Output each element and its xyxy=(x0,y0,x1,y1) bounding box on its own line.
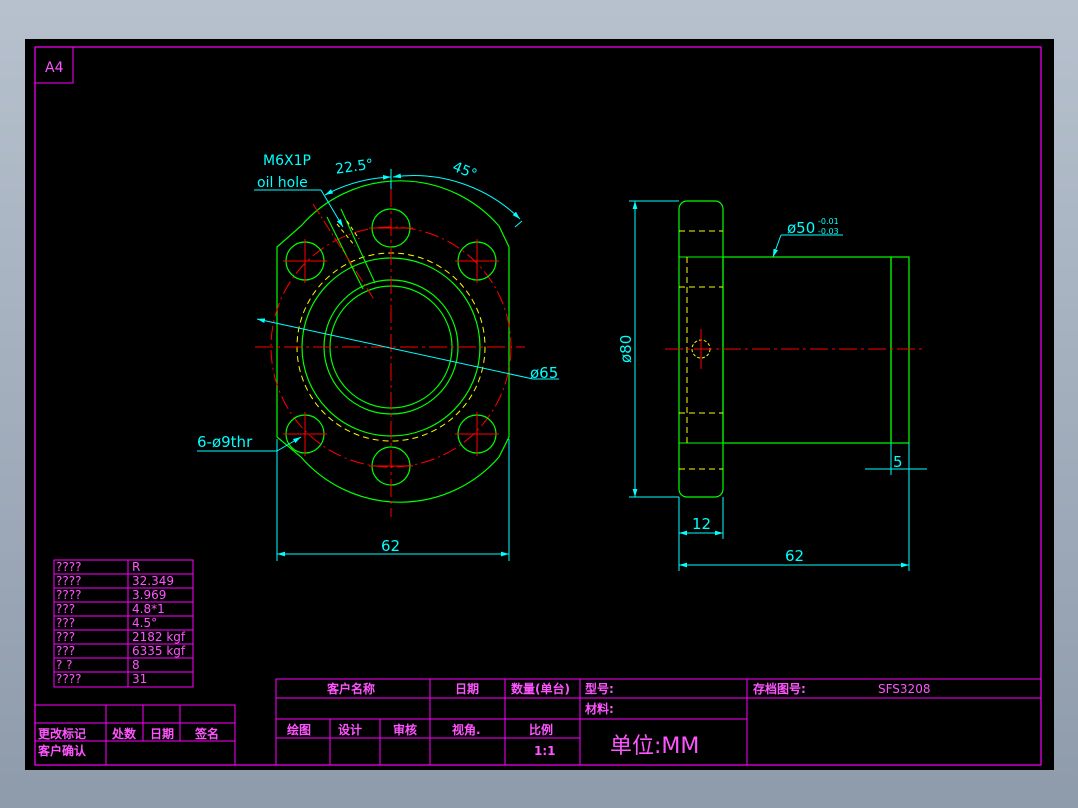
param-value: 3.969 xyxy=(132,588,166,602)
param-label: ??? xyxy=(56,630,75,644)
customer-confirm-label: 客户确认 xyxy=(37,743,87,758)
holes-label: 6-ø9thr xyxy=(197,433,253,451)
param-label: ??? xyxy=(56,616,75,630)
model-label: 型号: xyxy=(585,681,614,696)
param-value: 4.5° xyxy=(132,616,157,630)
unit-label: 单位:MM xyxy=(610,734,699,759)
size-label: A4 xyxy=(45,60,64,76)
angle-arc-22 xyxy=(324,174,392,196)
param-label: ???? xyxy=(56,672,81,686)
file-no-label: 存档图号: xyxy=(752,681,806,696)
length-62-label: 62 xyxy=(785,547,804,565)
dia80-label: ø80 xyxy=(617,335,635,363)
angle-arc-45 xyxy=(392,173,521,220)
param-label: ???? xyxy=(56,574,81,588)
side-view: ø80 ø50 -0.01 -0.03 12 5 62 xyxy=(617,200,927,571)
param-value: 4.8*1 xyxy=(132,602,165,616)
angle-22-label: 22.5° xyxy=(334,157,374,178)
view-angle-label: 视角. xyxy=(452,722,481,737)
scale-label: 比例 xyxy=(529,722,553,737)
dia50-tol-upper: -0.01 xyxy=(818,217,839,226)
customer-name-label: 客户名称 xyxy=(326,681,375,696)
front-view: M6X1P oil hole 22.5° 45° ø65 6-ø9thr 62 xyxy=(197,153,559,561)
signature-label: 签名 xyxy=(194,726,219,741)
param-table-text: ???? R ???? 32.349 ???? 3.969 ??? 4.8*1 … xyxy=(56,560,186,686)
param-value: 8 xyxy=(132,658,140,672)
step-5-label: 5 xyxy=(893,453,903,471)
width-62-label: 62 xyxy=(381,537,400,555)
side-step xyxy=(890,256,910,444)
param-value: 32.349 xyxy=(132,574,174,588)
param-value: 6335 kgf xyxy=(132,644,186,658)
param-value: R xyxy=(132,560,140,574)
drawing-canvas[interactable]: A4 M6X1P oil hole 22.5° 45° ø65 6-ø9thr … xyxy=(25,39,1054,770)
param-label: ??? xyxy=(56,602,75,616)
file-no-value: SFS3208 xyxy=(878,682,930,696)
material-label: 材料: xyxy=(584,701,614,716)
draw-label: 绘图 xyxy=(287,722,311,737)
sheet-border xyxy=(34,46,1042,766)
param-value: 2182 kgf xyxy=(132,630,186,644)
flange-outline xyxy=(276,180,510,503)
param-value: 31 xyxy=(132,672,147,686)
param-label: ? ? xyxy=(56,658,73,672)
design-label: 设计 xyxy=(338,722,362,737)
quantity-label: 数量(单台) xyxy=(511,681,570,696)
revision-date-label: 日期 xyxy=(150,726,174,741)
oil-hole-label-2: oil hole xyxy=(257,175,308,191)
change-mark-label: 更改标记 xyxy=(38,726,86,741)
angle-45-label: 45° xyxy=(450,159,479,183)
param-label: ???? xyxy=(56,560,81,574)
place-count-label: 处数 xyxy=(111,726,137,741)
dia50-label: ø50 xyxy=(787,219,815,237)
dia50-tol-lower: -0.03 xyxy=(818,227,839,236)
param-label: ???? xyxy=(56,588,81,602)
cad-drawing: A4 M6X1P oil hole 22.5° 45° ø65 6-ø9thr … xyxy=(34,46,1042,766)
param-label: ??? xyxy=(56,644,75,658)
dia65-line xyxy=(256,318,534,380)
flange-12-label: 12 xyxy=(692,515,711,533)
dia65-label: ø65 xyxy=(530,364,558,382)
oil-hole-label-1: M6X1P xyxy=(263,153,311,169)
review-label: 审核 xyxy=(393,722,417,737)
title-date-label: 日期 xyxy=(455,681,479,696)
side-body xyxy=(722,256,892,444)
scale-value: 1:1 xyxy=(534,744,556,758)
